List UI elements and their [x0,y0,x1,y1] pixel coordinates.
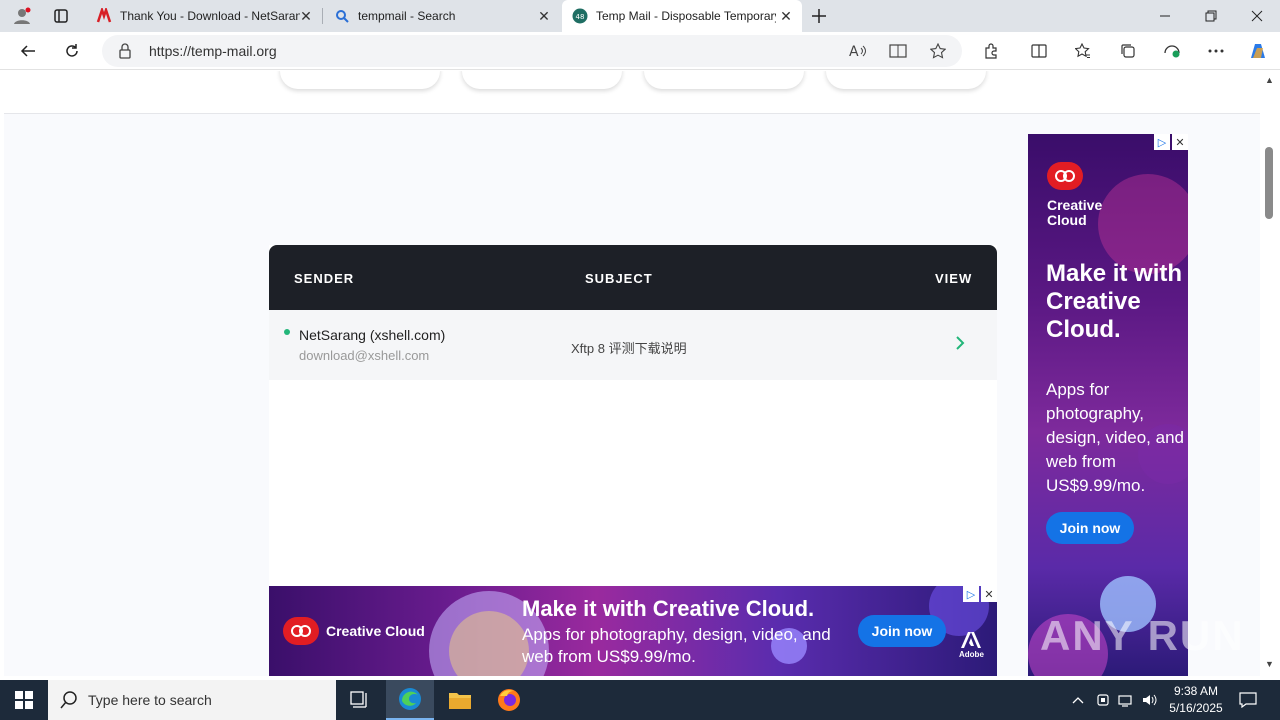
close-icon[interactable]: ✕ [778,8,794,24]
clock-time: 9:38 AM [1173,684,1219,698]
more-menu-icon[interactable] [1202,37,1230,65]
restore-button[interactable] [1188,0,1234,32]
page-scrollbar[interactable]: ▲ ▼ [1260,71,1280,676]
column-sender: SENDER [294,271,355,286]
adobe-logo: Adobe [959,632,984,664]
creative-cloud-logo [1047,162,1083,190]
message-subject[interactable]: Xftp 8 评测下载说明 [571,338,687,357]
extensions-icon[interactable] [977,37,1005,65]
firefox-icon[interactable] [485,680,533,720]
search-icon [334,8,350,24]
svg-text:48: 48 [576,13,585,21]
join-now-button[interactable]: Join now [1046,512,1134,544]
network-icon[interactable] [1116,680,1136,720]
ad-close-icon[interactable]: ✕ [981,586,997,602]
device-icon[interactable] [1093,680,1113,720]
scroll-thumb[interactable] [1265,147,1273,219]
taskbar-clock[interactable]: 9:38 AM 5/16/2025 [1164,683,1228,717]
tab-actions-icon[interactable] [38,0,84,32]
tab-search[interactable]: tempmail - Search ✕ [324,0,560,32]
sender-name[interactable]: NetSarang (xshell.com) [299,327,445,343]
copilot-icon[interactable] [1244,37,1272,65]
message-row[interactable]: NetSarang (xshell.com) download@xshell.c… [269,310,997,380]
ad-headline: Make it with Creative Cloud. [522,596,815,621]
volume-icon[interactable] [1140,680,1160,720]
tray-overflow-icon[interactable] [1068,680,1088,720]
join-now-button[interactable]: Join now [858,615,946,647]
anyrun-watermark: ANY RUN [1040,612,1245,659]
ad-body: Apps for photography, design, video, and… [1046,380,1184,495]
file-explorer-icon[interactable] [436,680,484,720]
windows-taskbar: Type here to search 9:38 AM 5/16/2025 [0,680,1280,720]
windows-start-icon[interactable] [0,680,48,720]
refresh-button[interactable] [58,37,86,65]
tab-title: Temp Mail - Disposable Temporary [596,9,776,23]
search-icon [60,691,78,712]
close-icon[interactable]: ✕ [536,8,552,24]
bottom-banner-ad[interactable]: Creative Cloud Make it with Creative Clo… [269,586,997,676]
tab-separator [322,8,323,24]
tab-temp-mail[interactable]: 48 Temp Mail - Disposable Temporary ✕ [562,0,802,32]
column-subject: SUBJECT [585,271,653,286]
sender-email: download@xshell.com [299,348,430,363]
ad-choices-icon[interactable]: ▷ [1154,134,1170,150]
collections-icon[interactable] [1114,37,1142,65]
tab-title: tempmail - Search [358,9,456,23]
page-viewport: SENDER SUBJECT VIEW NetSarang (xshell.co… [4,71,1260,676]
address-bar[interactable]: https://temp-mail.org A [102,35,962,67]
clock-date: 5/16/2025 [1169,701,1223,715]
ad-headline: Make it with Creative Cloud. [1046,260,1183,343]
side-banner-ad[interactable]: Creative Cloud Make it with Creative Clo… [1028,134,1188,676]
action-button-copy[interactable] [280,71,440,89]
lock-icon[interactable] [118,43,134,59]
ad-brand: Creative Cloud [326,623,425,639]
browser-toolbar: https://temp-mail.org A [0,32,1280,70]
temp-mail-icon: 48 [572,8,588,24]
new-tab-button[interactable] [796,0,842,32]
notification-center-icon[interactable] [1234,680,1262,720]
browser-essentials-icon[interactable] [1158,37,1186,65]
tab-strip: Thank You - Download - NetSarang ✕ tempm… [0,0,1280,32]
url-text[interactable]: https://temp-mail.org [149,43,277,59]
unread-dot [284,329,290,335]
netsarang-icon [96,8,112,24]
column-view: VIEW [935,271,973,286]
inbox-header: SENDER SUBJECT VIEW [269,245,997,310]
read-aloud-icon[interactable]: A [844,37,872,65]
close-window-button[interactable] [1234,0,1280,32]
edge-taskbar-icon[interactable] [386,680,434,720]
close-icon[interactable]: ✕ [298,8,314,24]
immersive-reader-icon[interactable] [884,37,912,65]
taskbar-search-box[interactable]: Type here to search [48,680,336,720]
tab-netsarang[interactable]: Thank You - Download - NetSarang ✕ [86,0,322,32]
ad-brand: Creative Cloud [1047,197,1103,228]
search-placeholder: Type here to search [88,692,212,708]
action-button-refresh[interactable] [462,71,622,89]
task-view-icon[interactable] [336,680,384,720]
adobe-text: Adobe [959,650,984,659]
minimize-button[interactable] [1142,0,1188,32]
scroll-down-arrow-icon[interactable]: ▼ [1265,659,1274,669]
split-screen-icon[interactable] [1025,37,1053,65]
favorite-star-icon[interactable] [924,37,952,65]
action-button-delete[interactable] [826,71,986,89]
ad-choices-icon[interactable]: ▷ [963,586,979,602]
svg-text:A: A [849,44,859,59]
ad-body: Apps for photography, design, video, and… [522,625,831,666]
chevron-right-icon[interactable] [955,334,965,352]
back-button[interactable] [14,37,42,65]
action-button-change[interactable] [644,71,804,89]
scroll-up-arrow-icon[interactable]: ▲ [1265,75,1274,85]
ad-close-icon[interactable]: ✕ [1172,134,1188,150]
page-header [4,71,1260,114]
creative-cloud-logo [283,617,319,645]
favorites-icon[interactable] [1069,37,1097,65]
tab-title: Thank You - Download - NetSarang [120,9,300,23]
